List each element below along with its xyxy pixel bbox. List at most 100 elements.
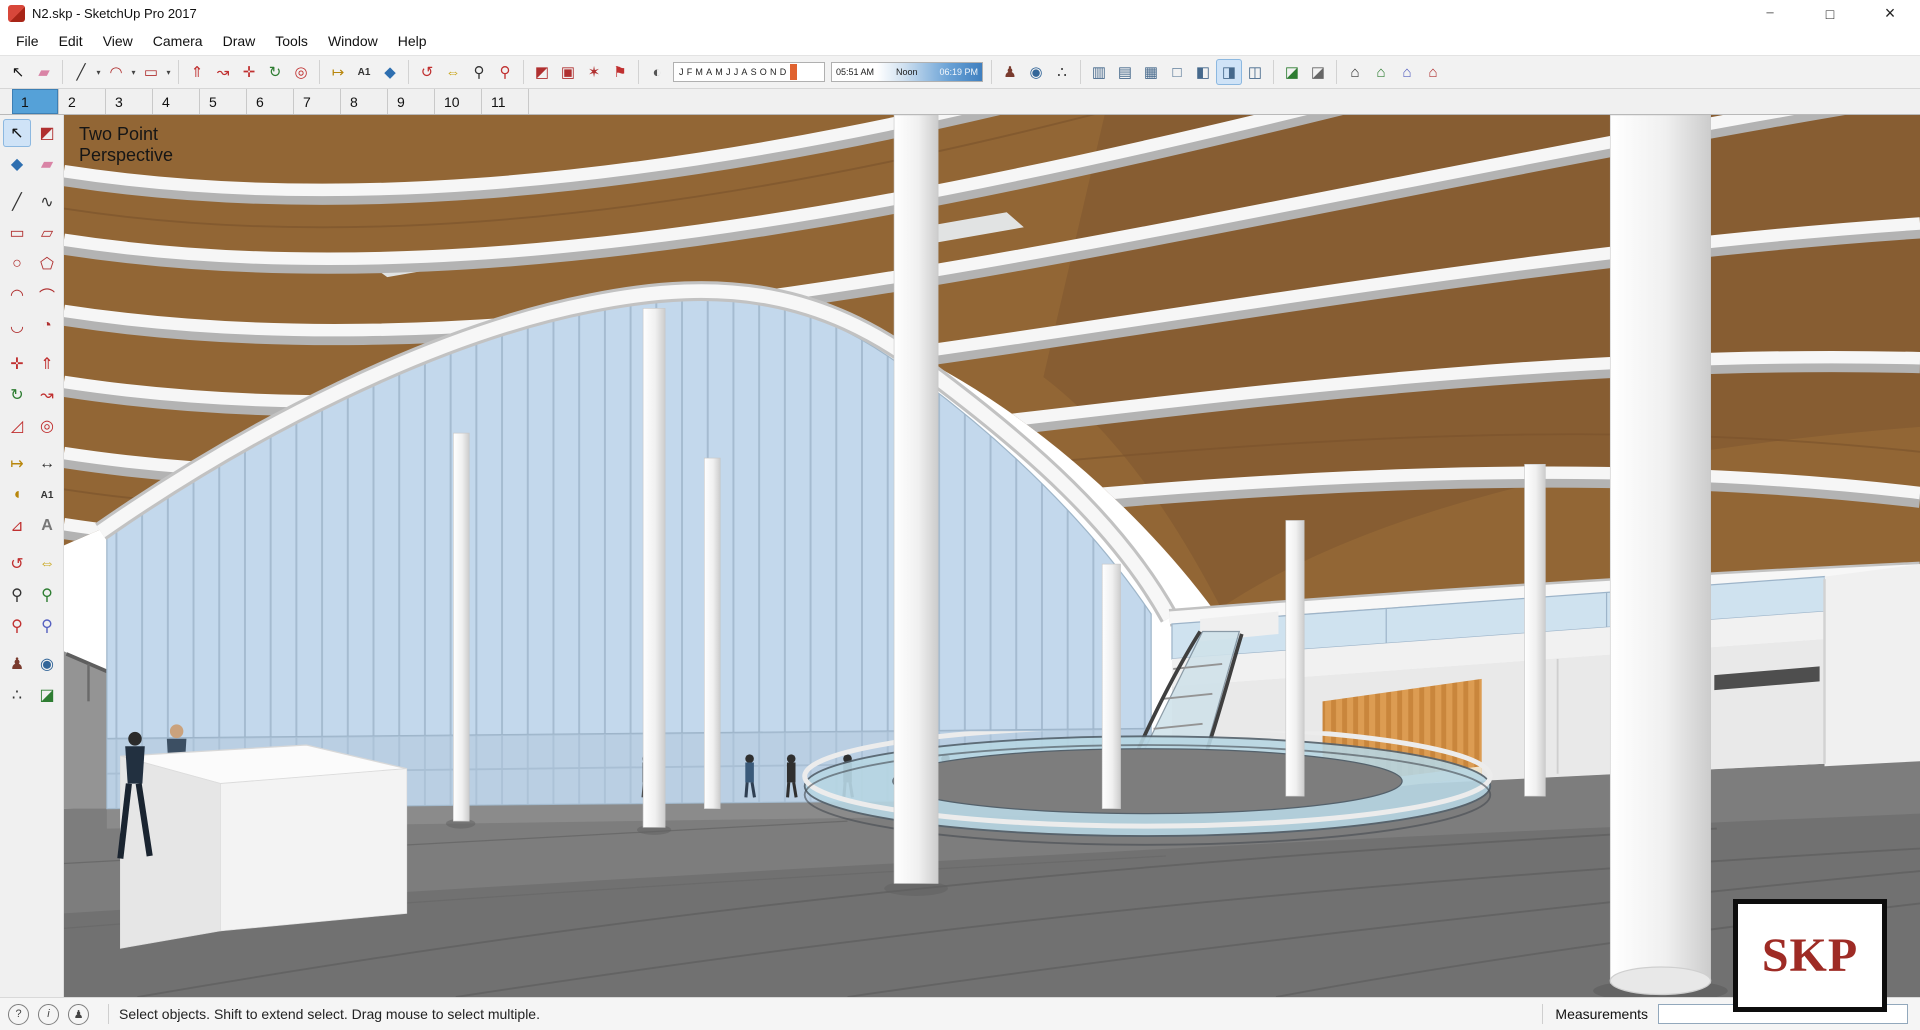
explode-icon[interactable] [581,59,607,85]
select-icon[interactable] [5,59,31,85]
follow-me-icon[interactable] [33,381,61,409]
follow-me-icon[interactable] [210,59,236,85]
menu-draw[interactable]: Draw [213,29,266,53]
scene-tab-11[interactable]: 11 [482,89,529,114]
scene-tab-6[interactable]: 6 [247,89,294,114]
offset-icon[interactable] [288,59,314,85]
share-component-icon[interactable] [1394,59,1420,85]
move-icon[interactable] [3,350,31,378]
make-group-icon[interactable] [555,59,581,85]
freehand-icon[interactable] [33,188,61,216]
rotate-icon[interactable] [3,381,31,409]
back-edges-icon[interactable] [1112,59,1138,85]
arc-icon[interactable] [103,59,129,85]
two-point-arc-icon[interactable] [33,281,61,309]
select-icon[interactable] [3,119,31,147]
shadow-month-marker[interactable] [789,64,797,80]
menu-window[interactable]: Window [318,29,388,53]
menu-camera[interactable]: Camera [143,29,213,53]
orbit-icon[interactable] [3,550,31,578]
scale-icon[interactable] [3,412,31,440]
paint-bucket-icon[interactable] [3,150,31,178]
zoom-previous-icon[interactable] [33,612,61,640]
paint-bucket-icon[interactable] [377,59,403,85]
shadow-time-slider[interactable]: 05:51 AM Noon 06:19 PM [831,62,983,82]
orbit-icon[interactable] [414,59,440,85]
pie-icon[interactable] [33,312,61,340]
minimize-button[interactable] [1740,0,1800,27]
line-dropdown-icon[interactable] [94,59,103,85]
line-icon[interactable] [68,59,94,85]
look-around-icon[interactable] [1023,59,1049,85]
3d-warehouse-icon[interactable] [1342,59,1368,85]
text-icon[interactable] [33,481,61,509]
scene-tab-9[interactable]: 9 [388,89,435,114]
zoom-icon[interactable] [466,59,492,85]
shapes-icon[interactable] [138,59,164,85]
zoom-icon[interactable] [3,581,31,609]
tape-measure-icon[interactable] [325,59,351,85]
extension-warehouse-icon[interactable] [1420,59,1446,85]
three-point-arc-icon[interactable] [3,312,31,340]
scene-tab-7[interactable]: 7 [294,89,341,114]
menu-tools[interactable]: Tools [265,29,318,53]
push-pull-icon[interactable] [184,59,210,85]
position-camera-icon[interactable] [997,59,1023,85]
arc-icon[interactable] [3,281,31,309]
make-component-icon[interactable] [529,59,555,85]
position-camera-icon[interactable] [3,650,31,678]
shapes-dropdown-icon[interactable] [164,59,173,85]
monochrome-icon[interactable] [1242,59,1268,85]
tape-measure-icon[interactable] [3,450,31,478]
text-icon[interactable] [351,59,377,85]
shaded-icon[interactable] [1190,59,1216,85]
dimension-icon[interactable] [33,450,61,478]
zoom-window-icon[interactable] [33,581,61,609]
push-pull-icon[interactable] [33,350,61,378]
walk-icon[interactable] [3,681,31,709]
shadows-toggle-icon[interactable] [644,59,670,85]
rectangle-icon[interactable] [3,219,31,247]
maximize-button[interactable] [1800,0,1860,27]
arc-dropdown-icon[interactable] [129,59,138,85]
scene-tab-1[interactable]: 1 [12,89,59,114]
zoom-extents-icon[interactable] [3,612,31,640]
rotated-rectangle-icon[interactable] [33,219,61,247]
shaded-textures-icon[interactable] [1216,59,1242,85]
menu-help[interactable]: Help [388,29,437,53]
menu-view[interactable]: View [93,29,143,53]
hidden-line-icon[interactable] [1164,59,1190,85]
pan-icon[interactable] [440,59,466,85]
scene-tab-2[interactable]: 2 [59,89,106,114]
menu-edit[interactable]: Edit [49,29,93,53]
sign-in-icon[interactable] [68,1003,89,1025]
3d-text-icon[interactable] [33,512,61,540]
look-around-icon[interactable] [33,650,61,678]
line-icon[interactable] [3,188,31,216]
circle-icon[interactable] [3,250,31,278]
scene-tab-4[interactable]: 4 [153,89,200,114]
offset-icon[interactable] [33,412,61,440]
share-model-icon[interactable] [1368,59,1394,85]
scene-tab-5[interactable]: 5 [200,89,247,114]
viewport-canvas[interactable]: Two Point Perspective [64,115,1920,997]
rotate-icon[interactable] [262,59,288,85]
x-ray-icon[interactable] [1086,59,1112,85]
polygon-icon[interactable] [33,250,61,278]
scene-tab-3[interactable]: 3 [106,89,153,114]
make-component-icon[interactable] [33,119,61,147]
section-plane-icon[interactable] [1279,59,1305,85]
context-help-icon[interactable] [38,1003,59,1025]
move-icon[interactable] [236,59,262,85]
menu-file[interactable]: File [6,29,49,53]
add-location-icon[interactable] [607,59,633,85]
protractor-icon[interactable] [3,481,31,509]
section-cuts-icon[interactable] [1305,59,1331,85]
help-icon[interactable] [8,1003,29,1025]
close-button[interactable] [1860,0,1920,27]
section-plane-icon[interactable] [33,681,61,709]
scene-tab-10[interactable]: 10 [435,89,482,114]
shadow-month-slider[interactable]: JFMAMJJASOND [673,62,825,82]
scene-tab-8[interactable]: 8 [341,89,388,114]
wireframe-icon[interactable] [1138,59,1164,85]
